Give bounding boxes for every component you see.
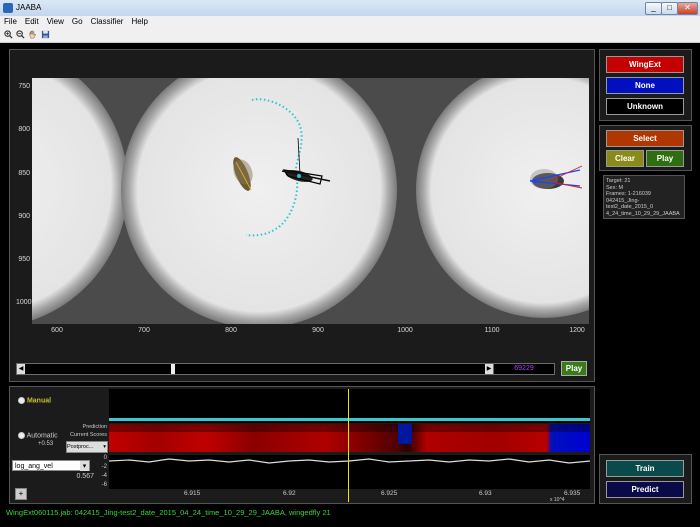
menu-edit[interactable]: Edit [21,16,43,26]
clear-button[interactable]: Clear [606,150,644,167]
arena-center [121,78,397,324]
x-tick: 1000 [397,327,413,334]
timeline-x-tick: 6.93 [479,490,492,497]
close-button[interactable]: ✕ [677,2,698,15]
postproc-value: Postproc... [67,444,94,450]
play-selection-button[interactable]: Play [646,150,684,167]
title-bar: JAABA _ □ ✕ [0,0,700,17]
none-prediction-block [398,424,412,444]
feature-select[interactable]: log_ang_vel ▾ [12,460,90,471]
scroll-thumb[interactable] [171,364,175,374]
postproc-select[interactable]: Postproc... ▾ [66,441,108,453]
y-tick: 950 [18,256,30,263]
feature-value: log_ang_vel [15,463,53,470]
frame-number-field[interactable]: 69229 [493,363,555,375]
y-tick: 750 [18,83,30,90]
maximize-button[interactable]: □ [661,2,678,15]
train-button[interactable]: Train [606,460,684,477]
wingext-button[interactable]: WingExt [606,56,684,73]
scroll-left-arrow[interactable]: ◀ [17,364,25,374]
y-tick: 800 [18,126,30,133]
manual-radio[interactable]: Manual [18,397,51,404]
video-frame[interactable] [32,78,589,324]
menu-classifier[interactable]: Classifier [87,16,128,26]
feature-y-tick: -4 [101,473,107,479]
window-title: JAABA [16,3,42,12]
automatic-label: Automatic [26,432,58,440]
chevron-down-icon: ▾ [103,444,106,450]
select-button[interactable]: Select [606,130,684,147]
frame-scrollbar[interactable]: ◀ ▶ [16,363,494,375]
unknown-button[interactable]: Unknown [606,98,684,115]
prediction-row [109,424,590,432]
x-tick: 800 [225,327,237,334]
experiment-name-2: 4_24_time_10_29_29_JAABA [606,210,680,217]
x-tick: 700 [138,327,150,334]
status-bar: WingExt060115.jab: 042415_Jing-test2_dat… [6,508,331,517]
minimize-button[interactable]: _ [645,2,662,15]
current-scores-label: Current Scores [70,432,107,438]
radio-dot[interactable] [18,397,25,404]
chevron-down-icon: ▾ [80,461,89,471]
experiment-name-1: 042415_Jing-test2_date_2015_0 [606,197,654,211]
none-button[interactable]: None [606,77,684,94]
arena-image [32,78,589,324]
selection-button-group: Select Clear Play [599,125,692,171]
scroll-right-arrow[interactable]: ▶ [485,364,493,374]
prediction-label: Prediction [82,424,107,430]
manual-label-bar [109,418,590,421]
y-tick: 1000 [16,299,32,306]
classifier-button-group: Train Predict [599,454,692,504]
feature-y-tick: -2 [101,464,107,470]
timeline-x-tick: 6.92 [283,490,296,497]
radio-dot[interactable] [18,432,25,439]
timeline-x-tick: 6.925 [381,490,398,497]
feature-y-tick: -6 [101,482,107,488]
feature-plot[interactable] [109,455,590,489]
menu-help[interactable]: Help [127,16,151,26]
menu-bar: File Edit View Go Classifier Help [0,16,700,28]
menu-file[interactable]: File [0,16,21,26]
timeline-scale-label: x 10^4 [550,497,565,503]
menu-go[interactable]: Go [68,16,87,26]
add-feature-button[interactable]: + [15,488,27,500]
y-tick: 900 [18,213,30,220]
x-tick: 1200 [569,327,585,334]
timeline-x-axis: 6.915 6.92 6.925 6.93 6.935 [109,490,590,500]
manual-label-track[interactable] [109,389,590,423]
feature-y-tick: 0 [103,455,107,461]
feature-current-value: 0.567 [76,473,94,480]
toolbar [0,28,700,43]
label-button-group: WingExt None Unknown [599,49,692,121]
prediction-track[interactable] [109,424,590,452]
target-info-box: Target: 21 Sex: M Frames: 1-216039 04241… [603,175,685,219]
timeline-panel: Manual Automatic +0.53 Prediction Curren… [9,386,595,504]
timeline-x-tick: 6.935 [564,490,581,497]
y-tick: 850 [18,170,30,177]
timeline-x-tick: 6.915 [184,490,201,497]
app-icon [3,3,13,13]
zoom-out-icon[interactable] [16,30,25,39]
pan-hand-icon[interactable] [28,30,37,39]
manual-label: Manual [26,397,52,405]
menu-view[interactable]: View [43,16,68,26]
zoom-in-icon[interactable] [4,30,13,39]
x-tick: 600 [51,327,63,334]
feature-y-axis: 0 -2 -4 -6 [90,455,109,489]
predict-button[interactable]: Predict [606,481,684,498]
automatic-radio[interactable]: Automatic [18,432,58,439]
x-tick: 1100 [484,327,500,334]
x-tick: 900 [312,327,324,334]
threshold-label: +0.53 [38,441,54,447]
save-icon[interactable] [41,30,50,39]
current-frame-cursor[interactable] [348,389,349,502]
video-panel: 750 800 850 900 950 1000 600 700 800 900… [9,49,595,382]
video-play-button[interactable]: Play [561,361,587,376]
